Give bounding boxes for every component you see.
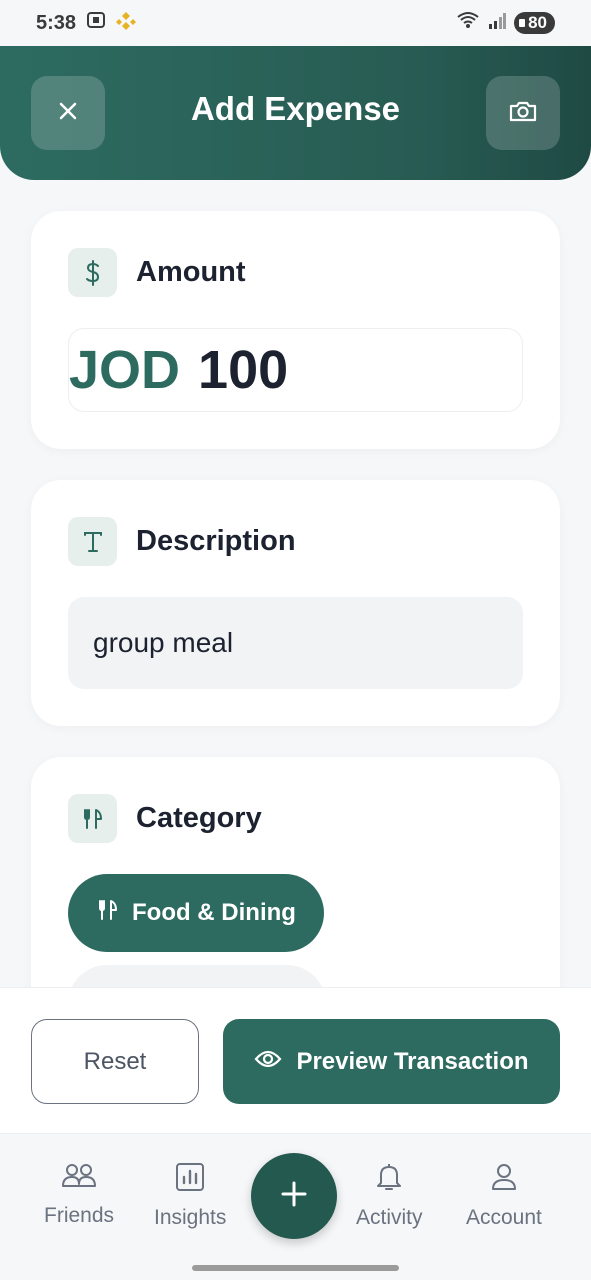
camera-icon	[508, 98, 538, 129]
utensils-icon	[96, 898, 120, 929]
nav-label-friends: Friends	[44, 1204, 115, 1227]
status-bar: 5:38 80	[0, 0, 591, 46]
status-left: 5:38	[36, 10, 137, 36]
dollar-icon	[68, 248, 117, 297]
nav-label-activity: Activity	[356, 1206, 423, 1229]
home-indicator[interactable]	[192, 1265, 399, 1271]
status-right: 80	[456, 11, 555, 35]
eye-icon	[254, 1048, 282, 1076]
amount-label: Amount	[136, 256, 246, 288]
app-header: Add Expense	[0, 46, 591, 180]
nav-item-insights[interactable]: Insights	[154, 1162, 226, 1230]
chart-icon	[175, 1162, 205, 1198]
amount-card-header: Amount	[68, 248, 246, 297]
description-label: Description	[136, 525, 296, 557]
plus-icon	[280, 1180, 308, 1213]
preview-transaction-label: Preview Transaction	[296, 1047, 529, 1075]
action-bar: Reset Preview Transaction	[0, 987, 591, 1133]
bell-icon	[375, 1162, 403, 1198]
amount-value: 100	[198, 340, 289, 400]
preview-transaction-button[interactable]: Preview Transaction	[223, 1019, 560, 1104]
reset-button[interactable]: Reset	[31, 1019, 199, 1104]
signal-icon	[488, 12, 507, 35]
binance-icon	[116, 10, 137, 36]
category-chip-selected[interactable]: Food & Dining	[68, 874, 324, 952]
camera-button[interactable]	[486, 76, 560, 150]
nav-label-insights: Insights	[154, 1206, 227, 1229]
amount-card: Amount JOD 100	[31, 211, 560, 449]
description-card-header: Description	[68, 517, 296, 566]
nav-item-friends[interactable]: Friends	[44, 1162, 114, 1228]
category-label: Category	[136, 802, 262, 834]
user-icon	[490, 1162, 518, 1198]
amount-input[interactable]: JOD 100	[68, 328, 523, 412]
bottom-nav: Friends Insights Activity Account	[0, 1133, 591, 1280]
nav-item-account[interactable]: Account	[466, 1162, 542, 1230]
text-icon	[68, 517, 117, 566]
add-button[interactable]	[251, 1153, 337, 1239]
utensils-icon	[68, 794, 117, 843]
description-card: Description group meal	[31, 480, 560, 726]
screenshot-icon	[86, 10, 106, 36]
status-time: 5:38	[36, 11, 77, 34]
nav-item-activity[interactable]: Activity	[356, 1162, 423, 1230]
users-icon	[61, 1162, 97, 1196]
amount-currency: JOD	[69, 340, 181, 400]
wifi-icon	[456, 11, 480, 35]
description-input[interactable]: group meal	[68, 597, 523, 689]
nav-label-account: Account	[466, 1206, 542, 1229]
battery-indicator: 80	[514, 12, 555, 34]
category-chip-label: Food & Dining	[132, 899, 296, 926]
category-card-header: Category	[68, 794, 262, 843]
